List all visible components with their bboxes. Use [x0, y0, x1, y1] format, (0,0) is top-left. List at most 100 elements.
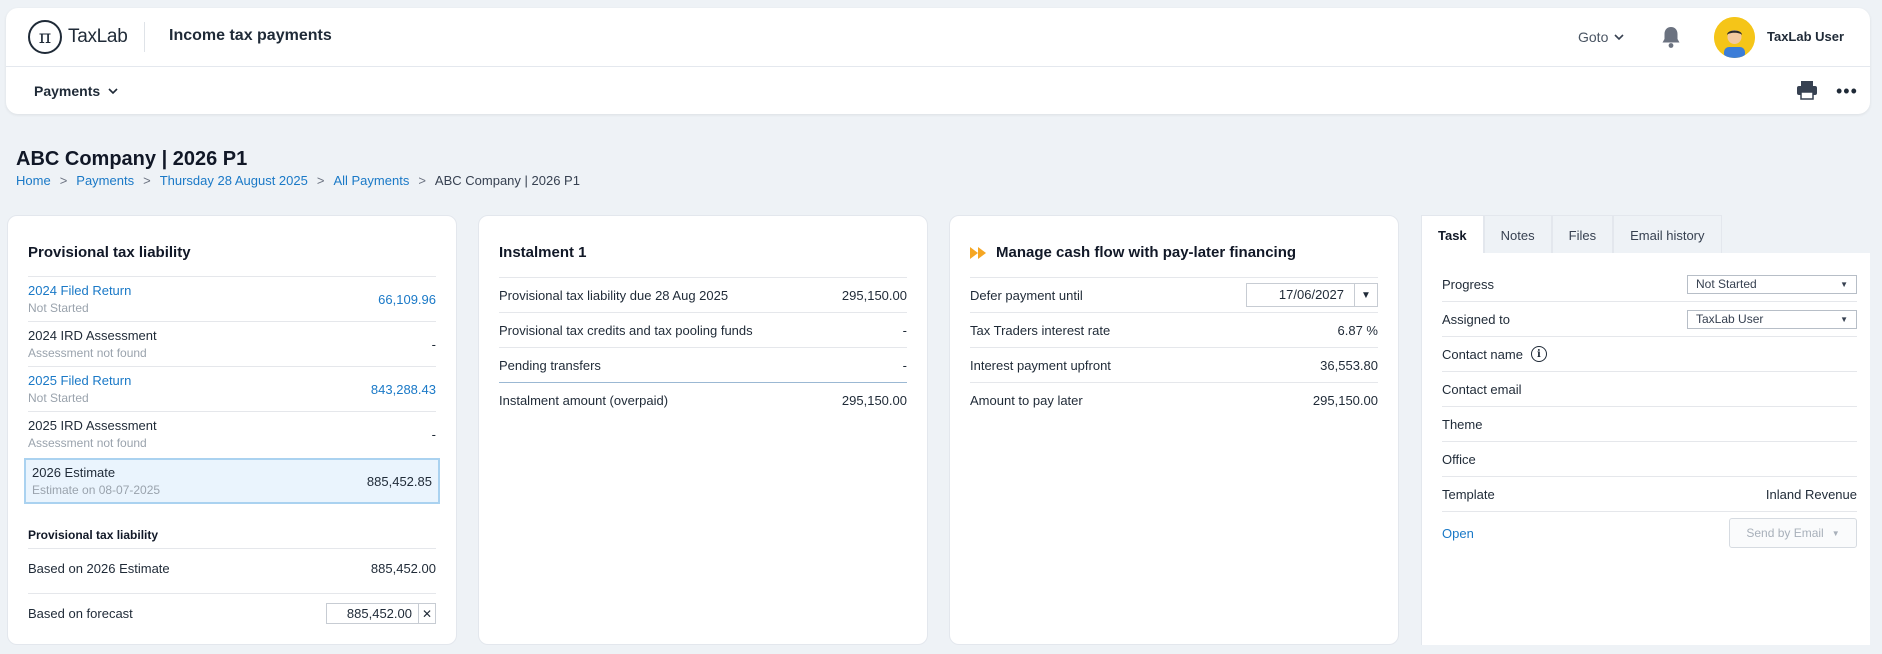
forecast-value[interactable]: 885,452.00	[327, 604, 419, 623]
item-label[interactable]: 2025 Filed Return	[28, 373, 131, 388]
defer-date-value[interactable]: 17/06/2027	[1247, 284, 1355, 306]
row-label: Provisional tax liability due 28 Aug 202…	[499, 287, 729, 303]
top-bar: π TaxLab Income tax payments Goto TaxLab…	[6, 8, 1870, 114]
task-panel: Progress Not Started ▼ Assigned to TaxLa…	[1421, 253, 1870, 645]
item-status: Not Started	[28, 301, 89, 315]
breadcrumb-home[interactable]: Home	[16, 173, 51, 188]
contact-email-label: Contact email	[1442, 381, 1522, 397]
item-label: 2026 Estimate	[32, 465, 116, 480]
breadcrumb-separator: >	[418, 173, 426, 188]
send-label: Send by Email	[1746, 526, 1824, 540]
office-label: Office	[1442, 451, 1476, 467]
print-icon[interactable]	[1796, 80, 1818, 100]
item-value: -	[431, 336, 436, 352]
row-value: 6.87 %	[1337, 322, 1378, 338]
row-value: 295,150.00	[841, 392, 907, 408]
table-row: Interest payment upfront 36,553.80	[970, 347, 1378, 382]
row-value: 885,452.00	[370, 561, 436, 576]
caret-down-icon: ▼	[1840, 279, 1848, 289]
tab-notes[interactable]: Notes	[1483, 215, 1552, 255]
list-item[interactable]: 2025 Filed Return Not Started 843,288.43	[28, 366, 436, 411]
row-label: Instalment amount (overpaid)	[499, 392, 669, 408]
template-row: Template Inland Revenue	[1442, 477, 1857, 512]
tab-files[interactable]: Files	[1551, 215, 1614, 255]
chevron-down-icon	[1614, 33, 1624, 40]
more-options-icon[interactable]: •••	[1836, 82, 1858, 100]
item-status: Assessment not found	[28, 346, 147, 360]
forecast-row: Based on forecast 885,452.00 ✕	[28, 593, 436, 633]
caret-down-icon: ▼	[1840, 314, 1848, 324]
assigned-row: Assigned to TaxLab User ▼	[1442, 302, 1857, 337]
row-value: 295,150.00	[1312, 392, 1378, 408]
taxlab-logo-icon: π	[28, 20, 62, 54]
item-status: Estimate on 08-07-2025	[32, 483, 161, 497]
contact-email-row: Contact email	[1442, 372, 1857, 407]
send-by-email-button[interactable]: Send by Email ▼	[1729, 518, 1857, 548]
card-title: Manage cash flow with pay-later financin…	[996, 244, 1297, 261]
goto-menu[interactable]: Goto	[1578, 29, 1624, 45]
progress-select[interactable]: Not Started ▼	[1687, 274, 1857, 294]
bell-icon[interactable]	[1660, 25, 1682, 49]
header-divider	[144, 22, 145, 52]
progress-label: Progress	[1442, 276, 1495, 292]
list-item: 2025 IRD Assessment Assessment not found …	[28, 411, 436, 456]
progress-value: Not Started	[1696, 277, 1757, 291]
item-value: -	[431, 426, 436, 442]
page-title: ABC Company | 2026 P1	[16, 148, 248, 170]
progress-row: Progress Not Started ▼	[1442, 267, 1857, 302]
financing-card: Manage cash flow with pay-later financin…	[949, 215, 1399, 645]
row-value: -	[902, 322, 907, 338]
logo[interactable]: π TaxLab	[28, 20, 128, 54]
list-item-selected[interactable]: 2026 Estimate Estimate on 08-07-2025 885,…	[24, 458, 440, 504]
table-row: Pending transfers -	[499, 347, 907, 382]
defer-date-picker[interactable]: 17/06/2027 ▼	[1246, 283, 1378, 307]
assigned-select[interactable]: TaxLab User ▼	[1687, 309, 1857, 329]
estimate-row: Based on 2026 Estimate 885,452.00	[28, 548, 436, 588]
item-value[interactable]: 843,288.43	[371, 382, 436, 397]
breadcrumb-date[interactable]: Thursday 28 August 2025	[160, 173, 308, 188]
row-label: Provisional tax credits and tax pooling …	[499, 322, 753, 338]
instalment-card: Instalment 1 Provisional tax liability d…	[478, 215, 928, 645]
row-label: Tax Traders interest rate	[970, 322, 1111, 338]
assigned-value: TaxLab User	[1696, 312, 1764, 326]
breadcrumb-payments[interactable]: Payments	[76, 173, 134, 188]
section-title: Provisional tax liability	[28, 528, 159, 542]
forecast-input[interactable]: 885,452.00 ✕	[326, 603, 436, 624]
avatar[interactable]	[1714, 17, 1755, 58]
contact-name-label: Contact name	[1442, 346, 1523, 362]
tab-task[interactable]: Task	[1421, 215, 1484, 255]
header-row: π TaxLab Income tax payments Goto TaxLab…	[6, 8, 1870, 67]
theme-row: Theme	[1442, 407, 1857, 442]
actions-row: Open Send by Email ▼	[1442, 512, 1857, 554]
breadcrumb: Home > Payments > Thursday 28 August 202…	[16, 173, 580, 188]
breadcrumb-separator: >	[59, 173, 68, 188]
info-icon[interactable]: i	[1530, 346, 1547, 362]
open-link[interactable]: Open	[1442, 526, 1474, 541]
item-status: Assessment not found	[28, 436, 147, 450]
list-item[interactable]: 2024 Filed Return Not Started 66,109.96	[28, 276, 436, 321]
table-row: Provisional tax liability due 28 Aug 202…	[499, 277, 907, 312]
card-title: Instalment 1	[499, 244, 587, 261]
payments-menu[interactable]: Payments	[34, 83, 118, 99]
tab-bar: Task Notes Files Email history	[1421, 215, 1870, 255]
goto-label: Goto	[1578, 29, 1609, 45]
table-row: Provisional tax credits and tax pooling …	[499, 312, 907, 347]
row-value: 36,553.80	[1320, 357, 1378, 373]
breadcrumb-all-payments[interactable]: All Payments	[333, 173, 409, 188]
item-status: Not Started	[28, 391, 89, 405]
item-value: 885,452.85	[366, 473, 432, 489]
card-title: Provisional tax liability	[28, 244, 191, 261]
item-label[interactable]: 2024 Filed Return	[28, 283, 131, 298]
row-label: Based on forecast	[28, 606, 133, 621]
user-name[interactable]: TaxLab User	[1767, 29, 1844, 44]
row-label: Amount to pay later	[970, 392, 1083, 408]
item-label: 2025 IRD Assessment	[28, 418, 157, 433]
item-value[interactable]: 66,109.96	[378, 292, 436, 307]
row-label: Pending transfers	[499, 357, 601, 373]
clear-icon[interactable]: ✕	[419, 607, 435, 621]
tab-email-history[interactable]: Email history	[1613, 215, 1722, 255]
table-row: Amount to pay later 295,150.00	[970, 382, 1378, 417]
payments-menu-label: Payments	[34, 83, 101, 99]
row-value: 295,150.00	[841, 287, 907, 303]
caret-down-icon[interactable]: ▼	[1355, 290, 1377, 301]
